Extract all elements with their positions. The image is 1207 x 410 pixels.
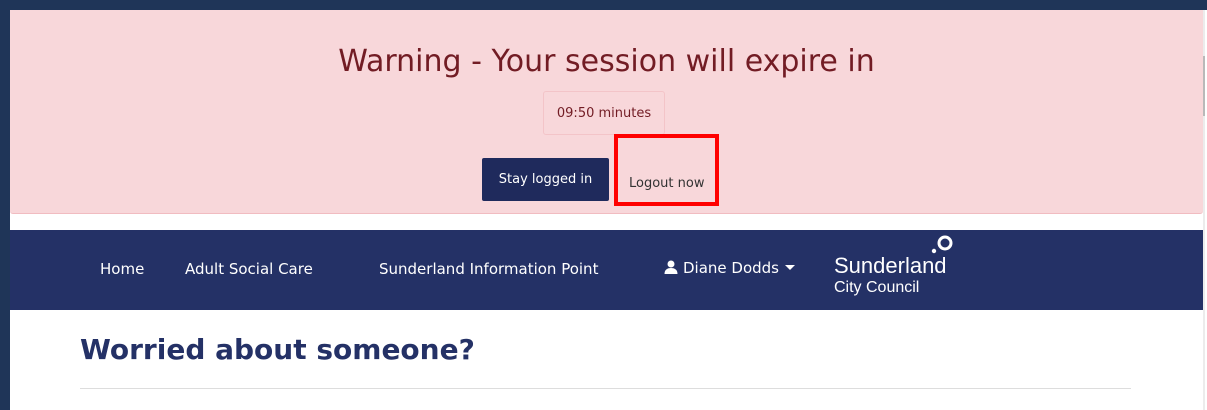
heading-divider	[80, 388, 1131, 389]
page-title: Worried about someone?	[80, 333, 475, 366]
vertical-scrollbar[interactable]	[1203, 10, 1205, 410]
window-frame-top	[0, 0, 1207, 10]
page-viewport: Warning - Your session will expire in 09…	[10, 10, 1205, 410]
chevron-down-icon	[785, 265, 795, 270]
stay-logged-in-button[interactable]: Stay logged in	[482, 158, 609, 201]
session-warning-title: Warning - Your session will expire in	[338, 44, 875, 79]
logout-now-button[interactable]: Logout now	[614, 134, 719, 206]
logo-text-sub: City Council	[834, 279, 920, 296]
window-frame-left	[0, 0, 10, 410]
session-countdown: 09:50 minutes	[543, 91, 665, 135]
logo-text-main: Sunderland	[834, 253, 947, 278]
user-icon	[664, 260, 678, 274]
session-warning-banner: Warning - Your session will expire in 09…	[10, 10, 1203, 214]
nav-item-adult-social-care[interactable]: Adult Social Care	[185, 260, 313, 278]
main-navbar: Home Adult Social Care Sunderland Inform…	[10, 230, 1203, 310]
nav-item-sunderland-information-point[interactable]: Sunderland Information Point	[379, 260, 598, 278]
logout-now-label: Logout now	[629, 176, 705, 191]
sunderland-city-council-logo[interactable]: Sunderland City Council	[834, 232, 954, 310]
user-menu-dropdown[interactable]: Diane Dodds	[664, 259, 795, 277]
nav-item-home[interactable]: Home	[100, 260, 144, 278]
scrollbar-thumb[interactable]	[1203, 56, 1205, 116]
session-countdown-text: 09:50 minutes	[556, 105, 652, 121]
user-name: Diane Dodds	[683, 259, 779, 277]
